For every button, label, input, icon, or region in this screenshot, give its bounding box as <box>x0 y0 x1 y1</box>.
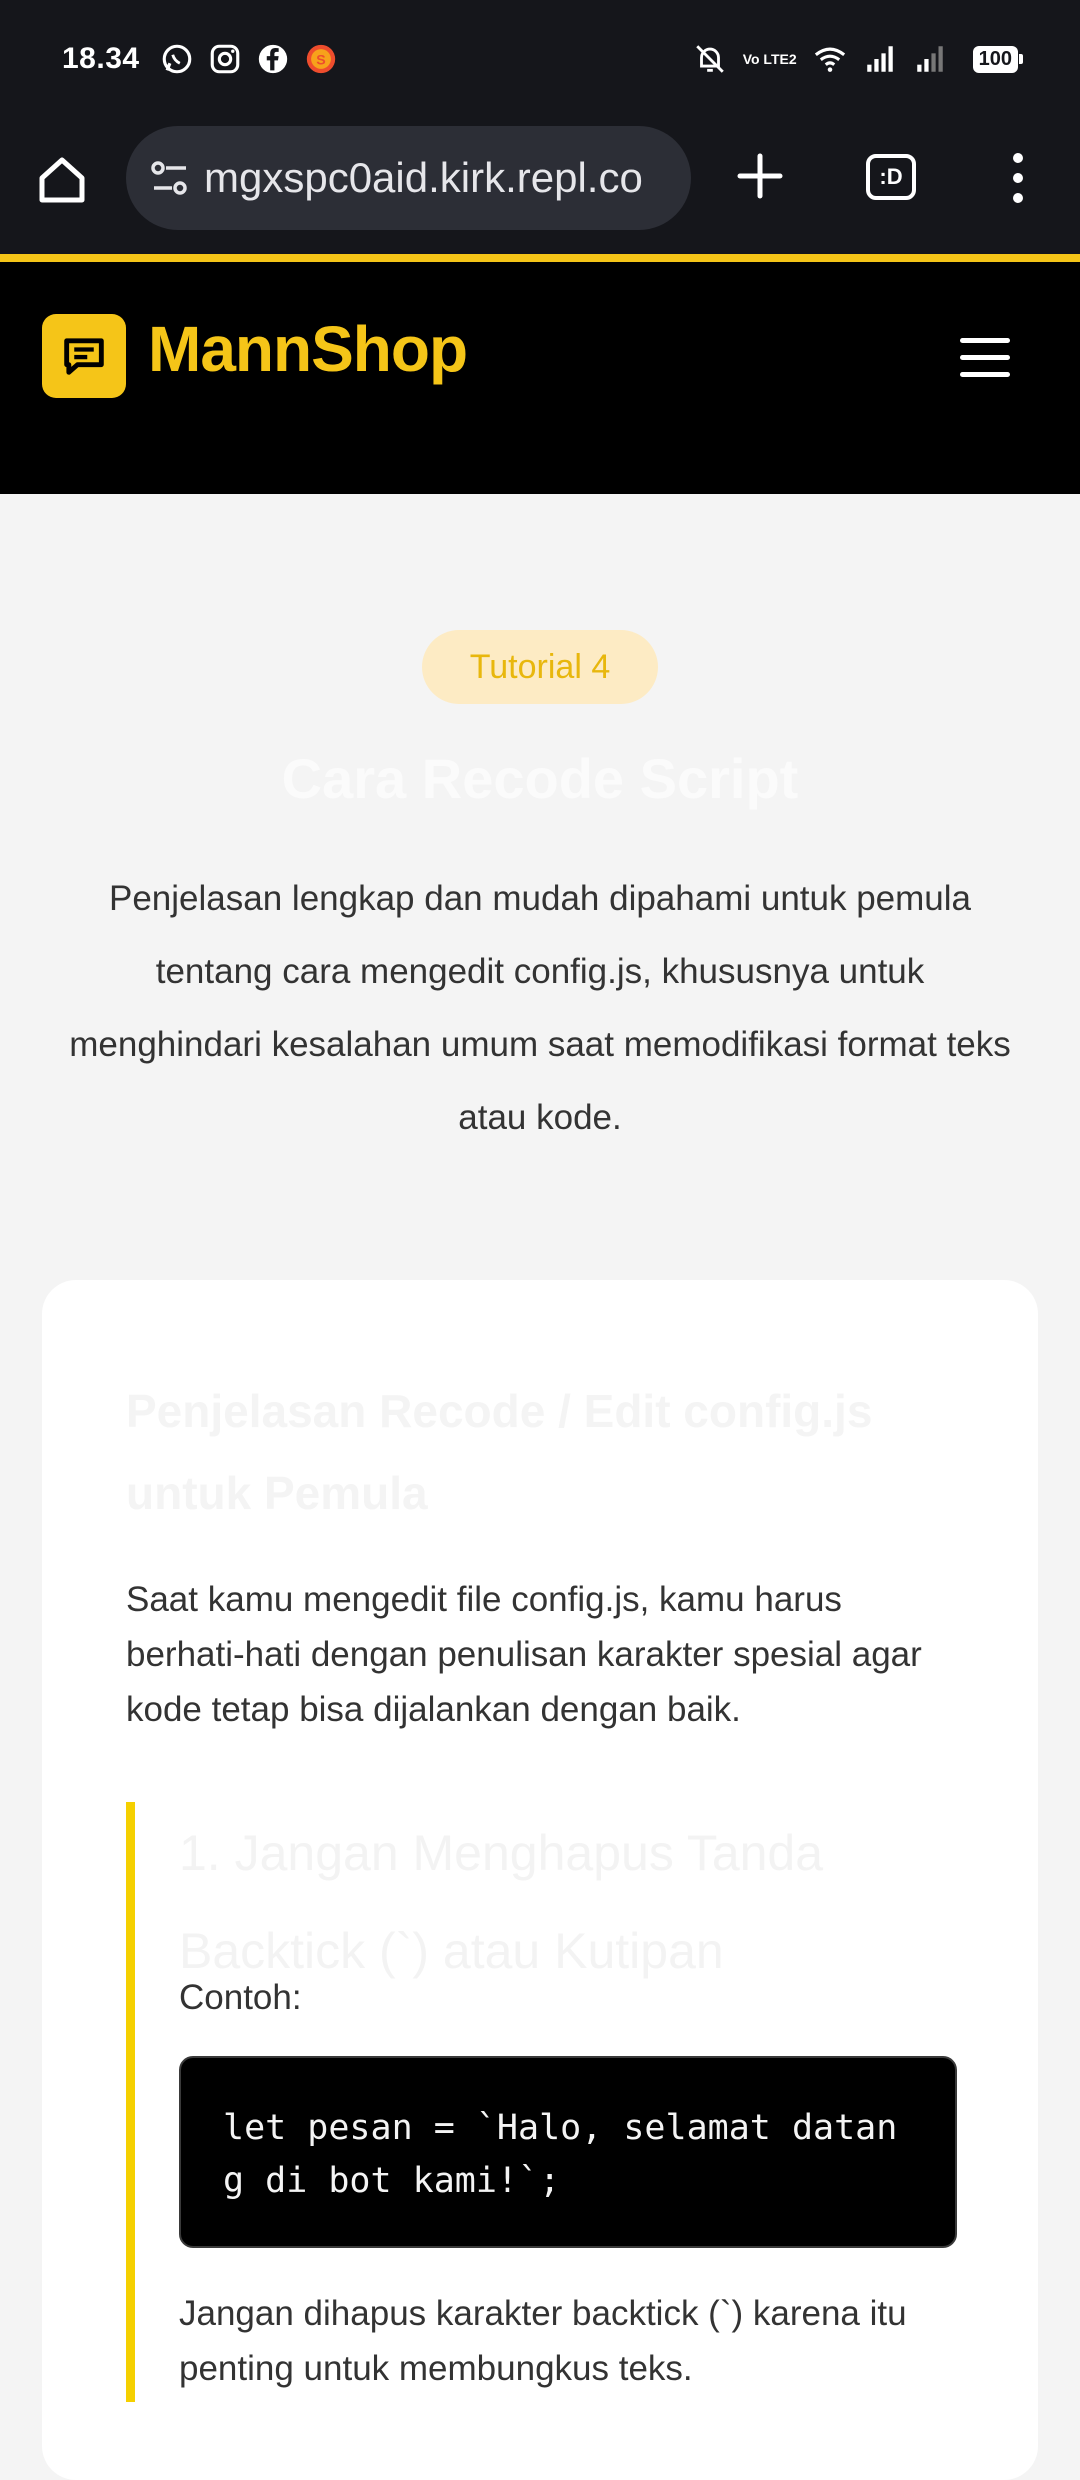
more-menu-icon[interactable] <box>1004 150 1032 206</box>
volte-label: Vo LTE2 <box>742 51 797 67</box>
facebook-icon <box>256 42 290 76</box>
browser-toolbar: mgxspc0aid.kirk.repl.co :D <box>0 118 1080 254</box>
signal-icon <box>863 42 897 76</box>
card-title: Penjelasan Recode / Edit config.js untuk… <box>126 1385 873 1519</box>
wifi-icon <box>813 42 847 76</box>
brand-name[interactable]: MannShop <box>148 312 468 386</box>
tip-note: Jangan dihapus karakter backtick (`) kar… <box>179 2294 907 2388</box>
page-description: Penjelasan lengkap dan mudah dipahami un… <box>69 879 1011 1137</box>
tip-title: 1. Jangan Menghapus Tanda Backtick (`) a… <box>179 1825 824 1979</box>
tab-switcher-button[interactable]: :D <box>866 154 916 200</box>
site-settings-icon[interactable] <box>146 158 194 198</box>
status-left: 18.34 S <box>62 42 338 76</box>
page-title: Cara Recode Script <box>281 747 799 810</box>
code-block: let pesan = `Halo, selamat datang di bot… <box>179 2056 957 2248</box>
battery-indicator: 100 <box>972 45 1024 73</box>
signal-icon-2 <box>913 42 947 76</box>
svg-text:S: S <box>316 53 325 69</box>
example-label: Contoh: <box>179 1978 302 2017</box>
status-time: 18.34 <box>62 42 140 75</box>
mute-bell-icon <box>693 42 727 76</box>
accent-divider <box>0 254 1080 262</box>
logo-chat-icon[interactable] <box>42 314 126 398</box>
site-header: MannShop <box>0 262 1080 494</box>
hamburger-menu-icon[interactable] <box>960 338 1010 378</box>
instagram-icon <box>208 42 242 76</box>
status-bar: 18.34 S Vo LTE2 100 <box>0 0 1080 118</box>
shopee-icon: S <box>304 42 338 76</box>
content-card: Penjelasan Recode / Edit config.js untuk… <box>42 1280 1038 2480</box>
status-right: Vo LTE2 100 <box>693 42 1024 76</box>
url-text[interactable]: mgxspc0aid.kirk.repl.co <box>204 154 643 202</box>
home-icon[interactable] <box>34 152 90 208</box>
address-bar[interactable]: mgxspc0aid.kirk.repl.co <box>126 126 691 230</box>
tutorial-badge: Tutorial 4 <box>422 630 658 704</box>
code-text: let pesan = `Halo, selamat datang di bot… <box>223 2108 898 2201</box>
hero-section: Tutorial 4 Cara Recode Script Penjelasan… <box>0 494 1080 1274</box>
whatsapp-icon <box>160 42 194 76</box>
card-intro: Saat kamu mengedit file config.js, kamu … <box>126 1580 922 1729</box>
new-tab-icon[interactable] <box>732 148 788 204</box>
tip-block: 1. Jangan Menghapus Tanda Backtick (`) a… <box>126 1802 957 2402</box>
